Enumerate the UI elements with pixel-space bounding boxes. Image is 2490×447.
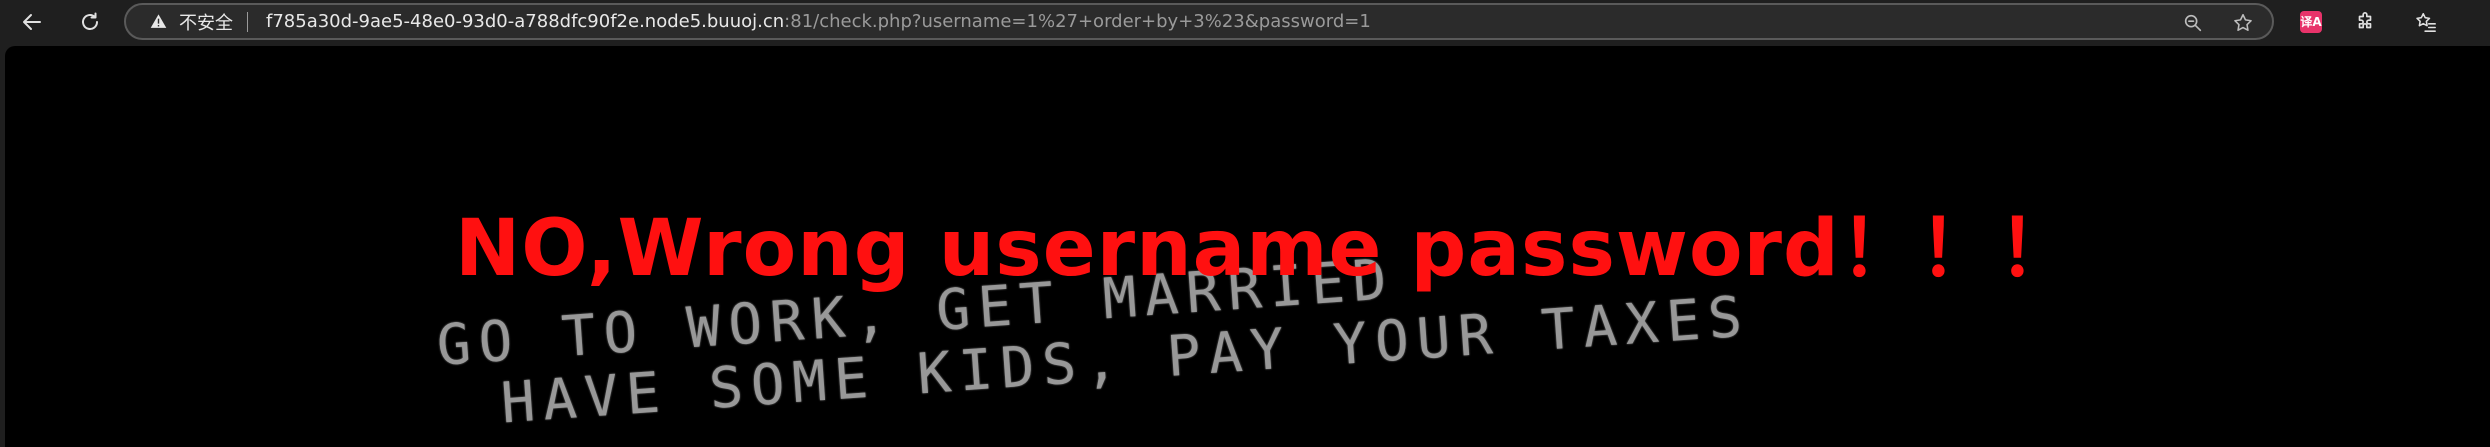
reload-button[interactable] — [74, 6, 106, 38]
url-text[interactable]: f785a30d-9ae5-48e0-93d0-a788dfc90f2e.nod… — [266, 11, 1371, 32]
reload-icon — [82, 12, 98, 30]
favorites-icon[interactable] — [2415, 11, 2437, 33]
puzzle-icon[interactable] — [2354, 11, 2376, 33]
warning-icon[interactable] — [150, 13, 167, 30]
browser-toolbar: 不安全 f785a30d-9ae5-48e0-93d0-a788dfc90f2e… — [0, 0, 2490, 44]
url-host: f785a30d-9ae5-48e0-93d0-a788dfc90f2e.nod… — [266, 11, 785, 32]
error-message: NO,Wrong username password！！！ — [455, 204, 2077, 294]
security-status-label[interactable]: 不安全 — [179, 9, 233, 35]
address-bar[interactable]: 不安全 f785a30d-9ae5-48e0-93d0-a788dfc90f2e… — [124, 3, 2274, 40]
zoom-icon[interactable] — [2182, 12, 2204, 34]
back-arrow-icon — [23, 14, 41, 30]
translate-extension-icon[interactable]: 译A — [2300, 11, 2322, 33]
url-path: :81/check.php?username=1%27+order+by+3%2… — [784, 11, 1371, 32]
star-icon[interactable] — [2232, 12, 2254, 34]
page-viewport: GO TO WORK, GET MARRIED HAVE SOME KIDS, … — [5, 46, 2490, 447]
back-button[interactable] — [16, 6, 48, 38]
address-separator — [247, 11, 248, 32]
